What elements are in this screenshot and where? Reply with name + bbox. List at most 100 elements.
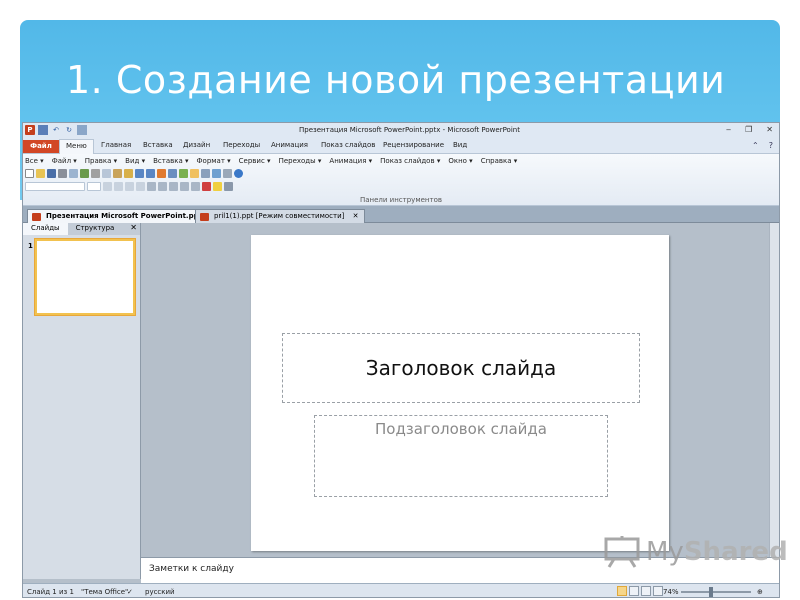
menu-transitions[interactable]: Переходы ▾ <box>279 157 322 165</box>
tab-transitions[interactable]: Переходы <box>223 141 260 149</box>
insert-image-icon[interactable] <box>179 169 188 178</box>
line-color-icon[interactable] <box>224 182 233 191</box>
strikethrough-icon[interactable] <box>136 182 145 191</box>
menu-tools[interactable]: Сервис ▾ <box>239 157 271 165</box>
slide-sorter-button[interactable] <box>629 586 639 596</box>
new-doc-icon[interactable] <box>25 169 34 178</box>
help-icon[interactable] <box>234 169 243 178</box>
bullets-icon[interactable] <box>180 182 189 191</box>
numbering-icon[interactable] <box>191 182 200 191</box>
menu-view[interactable]: Вид ▾ <box>125 157 145 165</box>
slide-number: 1 <box>28 242 33 250</box>
zoom-slider[interactable] <box>681 587 751 597</box>
redo-icon[interactable] <box>146 169 155 178</box>
menu-window[interactable]: Окно ▾ <box>448 157 472 165</box>
font-color-icon[interactable] <box>202 182 211 191</box>
fit-window-icon[interactable]: ⊕ <box>757 588 763 596</box>
align-left-icon[interactable] <box>147 182 156 191</box>
preview-icon[interactable] <box>69 169 78 178</box>
zoom-slider-thumb[interactable] <box>709 587 713 597</box>
ribbon-right-controls: ⌃ ? <box>752 141 773 150</box>
insert-chart-icon[interactable] <box>157 169 166 178</box>
menu-slideshow[interactable]: Показ слайдов ▾ <box>380 157 440 165</box>
subtitle-placeholder[interactable]: Подзаголовок слайда <box>314 415 608 497</box>
slides-pane-tabs: Слайды Структура ✕ <box>23 223 140 235</box>
cut-icon[interactable] <box>91 169 100 178</box>
new-slide-icon[interactable] <box>190 169 199 178</box>
reading-view-button[interactable] <box>641 586 651 596</box>
fill-color-icon[interactable] <box>213 182 222 191</box>
title-placeholder[interactable]: Заголовок слайда <box>282 333 640 403</box>
tab-slideshow[interactable]: Показ слайдов <box>321 141 375 149</box>
slide-thumbnail[interactable] <box>35 239 135 315</box>
spellcheck-status-icon[interactable]: ✓ <box>127 588 133 596</box>
copy-icon[interactable] <box>102 169 111 178</box>
toolbar-group-label: Панели инструментов <box>360 196 442 204</box>
zoom-level[interactable]: 74% <box>663 588 679 596</box>
slide-counter: Слайд 1 из 1 <box>27 588 74 596</box>
save-icon[interactable] <box>38 125 48 135</box>
underline-icon[interactable] <box>125 182 134 191</box>
powerpoint-app-icon[interactable]: P <box>25 125 35 135</box>
language-indicator[interactable]: русский <box>145 588 175 596</box>
ppt-file-icon <box>200 213 209 221</box>
close-tab-icon[interactable]: ✕ <box>353 212 359 220</box>
doc-tab-label: pril1(1).ppt [Режим совместимости] <box>214 212 345 220</box>
menu-all[interactable]: Все ▾ <box>25 157 44 165</box>
layout-icon[interactable] <box>201 169 210 178</box>
collapse-ribbon-icon[interactable]: ⌃ <box>752 141 759 150</box>
print-icon[interactable] <box>58 169 67 178</box>
close-pane-icon[interactable]: ✕ <box>130 223 137 232</box>
document-tab-bar: Презентация Microsoft PowerPoint.pptx ✕ … <box>23 206 779 223</box>
undo-icon[interactable]: ↶ <box>51 125 61 135</box>
align-center-icon[interactable] <box>158 182 167 191</box>
help-icon[interactable]: ? <box>769 141 773 150</box>
title-bar: P ↶ ↻ Презентация Microsoft PowerPoint.p… <box>23 123 779 139</box>
doc-tab-inactive[interactable]: pril1(1).ppt [Режим совместимости] ✕ <box>195 209 366 223</box>
menu-format[interactable]: Формат ▾ <box>197 157 231 165</box>
open-folder-icon[interactable] <box>36 169 45 178</box>
tab-animation[interactable]: Анимация <box>271 141 308 149</box>
redo-icon[interactable]: ↻ <box>64 125 74 135</box>
ribbon-tab-bar: Файл Меню Главная Вставка Дизайн Переход… <box>23 139 779 154</box>
zoom-icon[interactable] <box>223 169 232 178</box>
menu-edit[interactable]: Правка ▾ <box>85 157 117 165</box>
undo-icon[interactable] <box>135 169 144 178</box>
menu-animation[interactable]: Анимация ▾ <box>329 157 372 165</box>
insert-table-icon[interactable] <box>168 169 177 178</box>
tab-insert[interactable]: Вставка <box>143 141 173 149</box>
format-painter-icon[interactable] <box>124 169 133 178</box>
doc-tab-label: Презентация Microsoft PowerPoint.pptx <box>46 212 207 220</box>
menu-insert[interactable]: Вставка ▾ <box>153 157 188 165</box>
menu-file[interactable]: Файл ▾ <box>52 157 77 165</box>
tab-menu[interactable]: Меню <box>59 139 94 154</box>
align-right-icon[interactable] <box>169 182 178 191</box>
slideshow-icon[interactable] <box>77 125 87 135</box>
close-window-button[interactable]: ✕ <box>766 125 773 134</box>
save-icon[interactable] <box>47 169 56 178</box>
watermark-text-plain: My <box>646 537 684 567</box>
myshared-watermark: MyShared <box>604 536 788 568</box>
bold-icon[interactable] <box>103 182 112 191</box>
tab-slides[interactable]: Слайды <box>23 223 68 235</box>
tab-home[interactable]: Главная <box>101 141 131 149</box>
tab-file[interactable]: Файл <box>23 140 59 153</box>
paste-icon[interactable] <box>113 169 122 178</box>
slide-canvas[interactable]: Заголовок слайда Подзаголовок слайда <box>251 235 669 551</box>
shapes-icon[interactable] <box>212 169 221 178</box>
tab-review[interactable]: Рецензирование <box>383 141 444 149</box>
font-name-field[interactable] <box>25 182 85 191</box>
font-size-field[interactable] <box>87 182 101 191</box>
italic-icon[interactable] <box>114 182 123 191</box>
tab-outline[interactable]: Структура <box>68 223 123 235</box>
tab-design[interactable]: Дизайн <box>183 141 210 149</box>
restore-button[interactable]: ❐ <box>745 125 752 134</box>
vertical-scrollbar[interactable] <box>769 223 779 557</box>
slide-editing-area: Заголовок слайда Подзаголовок слайда <box>141 223 779 557</box>
normal-view-button[interactable] <box>617 586 627 596</box>
tab-view[interactable]: Вид <box>453 141 467 149</box>
menu-help[interactable]: Справка ▾ <box>481 157 518 165</box>
slideshow-view-button[interactable] <box>653 586 663 596</box>
spellcheck-icon[interactable] <box>80 169 89 178</box>
minimize-button[interactable]: ‒ <box>726 125 731 134</box>
